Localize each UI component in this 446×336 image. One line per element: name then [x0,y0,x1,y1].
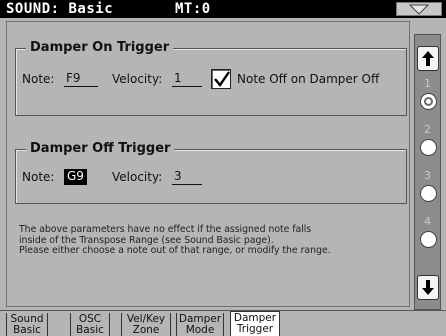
page-2-dot[interactable] [420,139,437,156]
damper-off-trigger-group: Damper Off Trigger Note: G9 Velocity: 3 [15,141,407,204]
damper-on-note-label: Note: [22,72,55,86]
damper-on-velocity-field[interactable]: 1 [172,71,202,87]
tab-bar: Sound Basic OSC Basic Vel/Key Zone Dampe… [0,310,446,336]
tab-label: Trigger [236,323,274,335]
arrow-down-icon [422,280,434,295]
page-number-1: 1 [424,77,431,90]
triangle-down-icon [409,4,429,15]
note-off-on-damper-off-label: Note Off on Damper Off [237,72,380,86]
info-line: Please either choose a note out of that … [19,245,331,257]
tab-label: Mode [185,324,215,336]
tab-vel-key-zone[interactable]: Vel/Key Zone [121,313,171,336]
main-panel: Damper On Trigger Note: F9 Velocity: 1 N… [6,21,410,307]
damper-off-note-field[interactable]: G9 [64,169,87,185]
tab-osc-basic[interactable]: OSC Basic [70,313,110,336]
info-text: The above parameters have no effect if t… [19,224,409,257]
page-1-dot[interactable] [420,93,437,110]
tab-damper-trigger[interactable]: Damper Trigger [230,311,280,336]
mode-indicator: MT:0 [175,1,211,17]
page-4-dot[interactable] [420,231,437,248]
note-off-on-damper-off-checkbox[interactable] [211,69,231,89]
damper-on-trigger-title: Damper On Trigger [26,40,174,55]
tab-sound-basic[interactable]: Sound Basic [6,313,48,336]
damper-off-trigger-title: Damper Off Trigger [26,141,175,156]
page-number-2: 2 [424,123,431,136]
damper-on-trigger-group: Damper On Trigger Note: F9 Velocity: 1 N… [15,40,407,116]
page-menu-button[interactable] [396,2,442,16]
tab-label: Zone [132,324,160,336]
tab-label: Basic [13,324,41,336]
damper-off-velocity-label: Velocity: [112,170,163,184]
page-scrollbar[interactable]: 1 2 3 4 [414,34,441,310]
page-3-dot[interactable] [420,185,437,202]
sound-basic-screen: SOUND: Basic MT:0 Damper On Trigger Note… [0,0,446,336]
damper-on-velocity-label: Velocity: [112,72,163,86]
page-title: SOUND: Basic [6,1,114,17]
title-bar: SOUND: Basic MT:0 [0,0,446,18]
damper-off-note-label: Note: [22,170,55,184]
arrow-up-icon [422,51,434,66]
scroll-up-button[interactable] [417,46,439,71]
page-number-4: 4 [424,215,431,228]
info-line: The above parameters have no effect if t… [19,224,312,235]
scroll-down-button[interactable] [417,275,439,300]
checkmark-icon [214,71,230,87]
tab-label: Basic [76,324,104,336]
damper-off-velocity-field[interactable]: 3 [172,169,202,185]
page-number-3: 3 [424,169,431,182]
tab-damper-mode[interactable]: Damper Mode [176,313,224,336]
damper-on-note-field[interactable]: F9 [64,71,98,87]
